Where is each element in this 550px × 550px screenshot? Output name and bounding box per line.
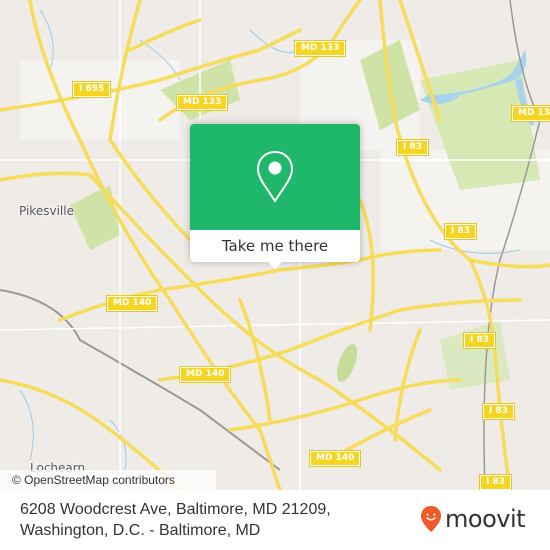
route-shield-md133: MD 133 (175, 94, 229, 111)
popup-header (190, 124, 360, 230)
route-shield-i83: I 83 (443, 223, 478, 240)
place-label-pikesville: Pikesville (19, 204, 74, 218)
route-shield-i83: I 83 (462, 332, 497, 349)
route-shield-i83: I 83 (481, 403, 516, 420)
route-shield-md140: MD 140 (105, 295, 159, 312)
map[interactable]: Pikesville Lochearn I 695 MD 133 MD 133 … (0, 0, 550, 490)
route-shield-md140: MD 140 (178, 366, 232, 383)
route-shield-md140: MD 140 (308, 450, 362, 467)
moovit-logo[interactable]: moovit (420, 505, 526, 533)
location-popup: Take me there (190, 124, 360, 269)
route-shield-md134: MD 134 (510, 105, 550, 122)
route-shield-md133: MD 133 (293, 40, 347, 57)
map-attribution[interactable]: © OpenStreetMap contributors (0, 470, 216, 490)
brand-name: moovit (445, 505, 526, 533)
map-pin-icon (256, 150, 294, 203)
address-line-2: Washington, D.C. - Baltimore, MD (20, 522, 261, 539)
address-line-1: 6208 Woodcrest Ave, Baltimore, MD 21209, (20, 501, 331, 518)
route-shield-i83: I 83 (395, 139, 430, 156)
route-shield-i695: I 695 (71, 81, 112, 98)
popup-pointer (268, 262, 282, 269)
take-me-there-button[interactable]: Take me there (190, 230, 360, 262)
moovit-pin-icon (421, 506, 441, 532)
address-text: 6208 Woodcrest Ave, Baltimore, MD 21209,… (20, 499, 331, 541)
route-shield-i83: I 83 (478, 474, 513, 490)
